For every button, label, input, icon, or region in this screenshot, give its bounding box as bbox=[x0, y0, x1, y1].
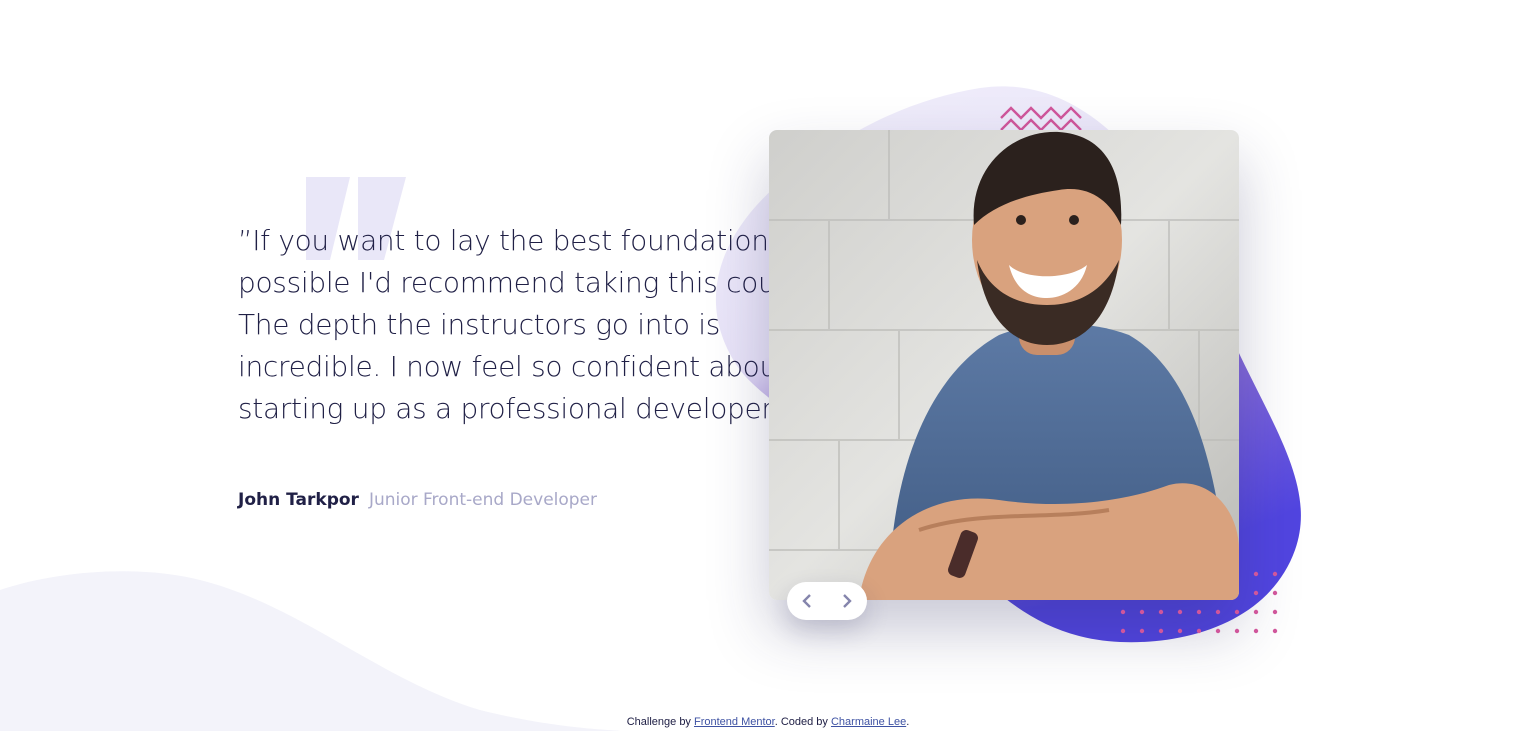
attribution-prefix: Challenge by bbox=[626, 716, 694, 728]
author-link[interactable]: Charmaine Lee bbox=[831, 716, 906, 728]
testimonial-page: ”If you want to lay the best foundation … bbox=[0, 0, 1536, 731]
testimonial-quote: ”If you want to lay the best foundation … bbox=[238, 224, 827, 425]
chevron-right-icon bbox=[843, 594, 852, 608]
author-info: John Tarkpor Junior Front-end Developer bbox=[238, 490, 597, 510]
chevron-left-icon bbox=[802, 594, 811, 608]
frontend-mentor-link[interactable]: Frontend Mentor bbox=[694, 716, 775, 728]
previous-button[interactable] bbox=[787, 582, 827, 620]
attribution-middle: . Coded by bbox=[774, 716, 831, 728]
slider-navigation bbox=[787, 582, 867, 620]
author-name: John Tarkpor bbox=[238, 490, 359, 510]
zigzag-pattern-icon bbox=[1000, 106, 1082, 132]
next-button[interactable] bbox=[827, 582, 867, 620]
profile-photo-image bbox=[769, 130, 1239, 600]
profile-photo bbox=[769, 130, 1239, 600]
dots-pattern-icon bbox=[1120, 571, 1278, 634]
background-curve bbox=[0, 571, 620, 731]
author-role: Junior Front-end Developer bbox=[368, 490, 598, 510]
attribution-suffix: . bbox=[906, 716, 910, 728]
attribution: Challenge by Frontend Mentor. Coded by C… bbox=[0, 716, 1536, 728]
